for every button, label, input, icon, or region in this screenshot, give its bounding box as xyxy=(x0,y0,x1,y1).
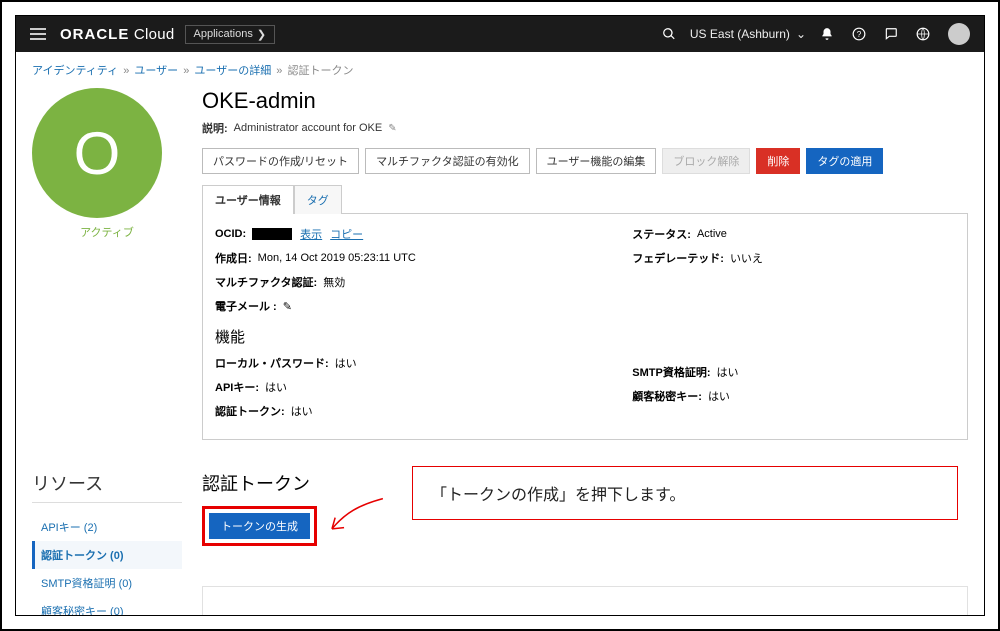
callout-annotation: 「トークンの作成」を押下します。 xyxy=(412,466,958,520)
breadcrumb-link[interactable]: アイデンティティ xyxy=(32,65,118,77)
search-icon[interactable] xyxy=(658,23,680,45)
breadcrumb-link[interactable]: ユーザーの詳細 xyxy=(194,65,271,77)
edit-email-icon[interactable]: ✎ xyxy=(283,300,292,313)
user-info-panel: OCID: 表示 コピー 作成日: Mon, 14 Oct 2019 05:23… xyxy=(202,213,968,440)
svg-text:?: ? xyxy=(857,30,862,39)
feature-heading: 機能 xyxy=(215,326,602,347)
chevron-right-icon: ❯ xyxy=(257,28,266,41)
enable-mfa-button[interactable]: マルチファクタ認証の有効化 xyxy=(365,148,530,174)
secret-value: はい xyxy=(708,388,730,404)
edit-user-button[interactable]: ユーザー機能の編集 xyxy=(536,148,657,174)
federated-value: いいえ xyxy=(730,250,763,266)
delete-button[interactable]: 削除 xyxy=(756,148,800,174)
resources-heading: リソース xyxy=(32,470,182,503)
avatar-initial: O xyxy=(74,119,121,188)
user-avatar-icon[interactable] xyxy=(944,19,974,49)
breadcrumb-link[interactable]: ユーザー xyxy=(134,65,178,77)
created-label: 作成日: xyxy=(215,250,252,266)
generate-token-highlight: トークンの生成 xyxy=(202,506,317,546)
hamburger-menu-icon[interactable] xyxy=(26,24,50,44)
apikey-value: はい xyxy=(265,379,287,395)
brand-light: Cloud xyxy=(134,26,175,43)
unblock-button: ブロック解除 xyxy=(662,148,750,174)
help-icon[interactable]: ? xyxy=(848,23,870,45)
ocid-show-link[interactable]: 表示 xyxy=(300,226,322,242)
federated-label: フェデレーテッド: xyxy=(632,250,724,266)
local-pw-label: ローカル・パスワード: xyxy=(215,355,329,371)
tab-user-info[interactable]: ユーザー情報 xyxy=(202,185,294,214)
smtp-label: SMTP資格証明: xyxy=(632,364,710,380)
email-label: 電子メール : xyxy=(215,298,277,314)
applications-label: Applications xyxy=(194,28,253,40)
brand-bold: ORACLE xyxy=(60,26,129,43)
breadcrumb-sep: » xyxy=(276,65,282,77)
bell-icon[interactable] xyxy=(816,23,838,45)
smtp-value: はい xyxy=(717,364,739,380)
callout-text: 「トークンの作成」を押下します。 xyxy=(431,487,685,504)
authtoken-value: はい xyxy=(291,403,313,419)
resource-item-smtp[interactable]: SMTP資格証明 (0) xyxy=(32,569,182,597)
breadcrumb: アイデンティティ » ユーザー » ユーザーの詳細 » 認証トークン xyxy=(16,52,984,88)
resource-item-secretkeys[interactable]: 顧客秘密キー (0) xyxy=(32,597,182,615)
desc-value: Administrator account for OKE xyxy=(234,122,383,134)
status-value: Active xyxy=(697,228,727,240)
generate-token-button[interactable]: トークンの生成 xyxy=(209,513,310,539)
region-label: US East (Ashburn) xyxy=(690,27,790,41)
globe-icon[interactable] xyxy=(912,23,934,45)
breadcrumb-sep: » xyxy=(123,65,129,77)
user-avatar-circle: O xyxy=(32,88,162,218)
ocid-copy-link[interactable]: コピー xyxy=(330,226,363,242)
resource-item-apikeys[interactable]: APIキー (2) xyxy=(32,513,182,541)
mfa-label: マルチファクタ認証: xyxy=(215,274,317,290)
callout-arrow-icon xyxy=(319,492,396,545)
secret-label: 顧客秘密キー: xyxy=(632,388,702,404)
top-navbar: ORACLE Cloud Applications ❯ US East (Ash… xyxy=(16,16,984,52)
applications-dropdown[interactable]: Applications ❯ xyxy=(185,25,276,44)
page-title: OKE-admin xyxy=(202,88,968,114)
mfa-value: 無効 xyxy=(323,274,345,290)
breadcrumb-sep: » xyxy=(183,65,189,77)
created-value: Mon, 14 Oct 2019 05:23:11 UTC xyxy=(258,252,416,264)
resource-item-authtokens[interactable]: 認証トークン (0) xyxy=(32,541,182,569)
chat-icon[interactable] xyxy=(880,23,902,45)
reset-password-button[interactable]: パスワードの作成/リセット xyxy=(202,148,359,174)
status-label: ステータス: xyxy=(632,226,691,242)
authtoken-label: 認証トークン: xyxy=(215,403,285,419)
empty-tokens-panel: このユーザー用の認証トークンは存在しません。 トークンの生成 xyxy=(202,586,968,615)
brand-logo: ORACLE Cloud xyxy=(60,26,175,43)
ocid-label: OCID: xyxy=(215,228,246,240)
chevron-down-icon: ⌄ xyxy=(796,27,806,41)
desc-label: 説明: xyxy=(202,120,228,136)
region-selector[interactable]: US East (Ashburn) ⌄ xyxy=(690,27,806,41)
action-button-row: パスワードの作成/リセット マルチファクタ認証の有効化 ユーザー機能の編集 ブロ… xyxy=(202,148,968,174)
apply-tags-button[interactable]: タグの適用 xyxy=(806,148,883,174)
edit-desc-icon[interactable]: ✎ xyxy=(388,123,396,134)
avatar-status: アクティブ xyxy=(32,224,182,240)
ocid-masked-value xyxy=(252,228,292,240)
tab-tags[interactable]: タグ xyxy=(294,185,342,214)
local-pw-value: はい xyxy=(335,355,357,371)
apikey-label: APIキー: xyxy=(215,379,259,395)
breadcrumb-current: 認証トークン xyxy=(287,65,353,77)
tab-bar: ユーザー情報 タグ xyxy=(202,184,968,213)
